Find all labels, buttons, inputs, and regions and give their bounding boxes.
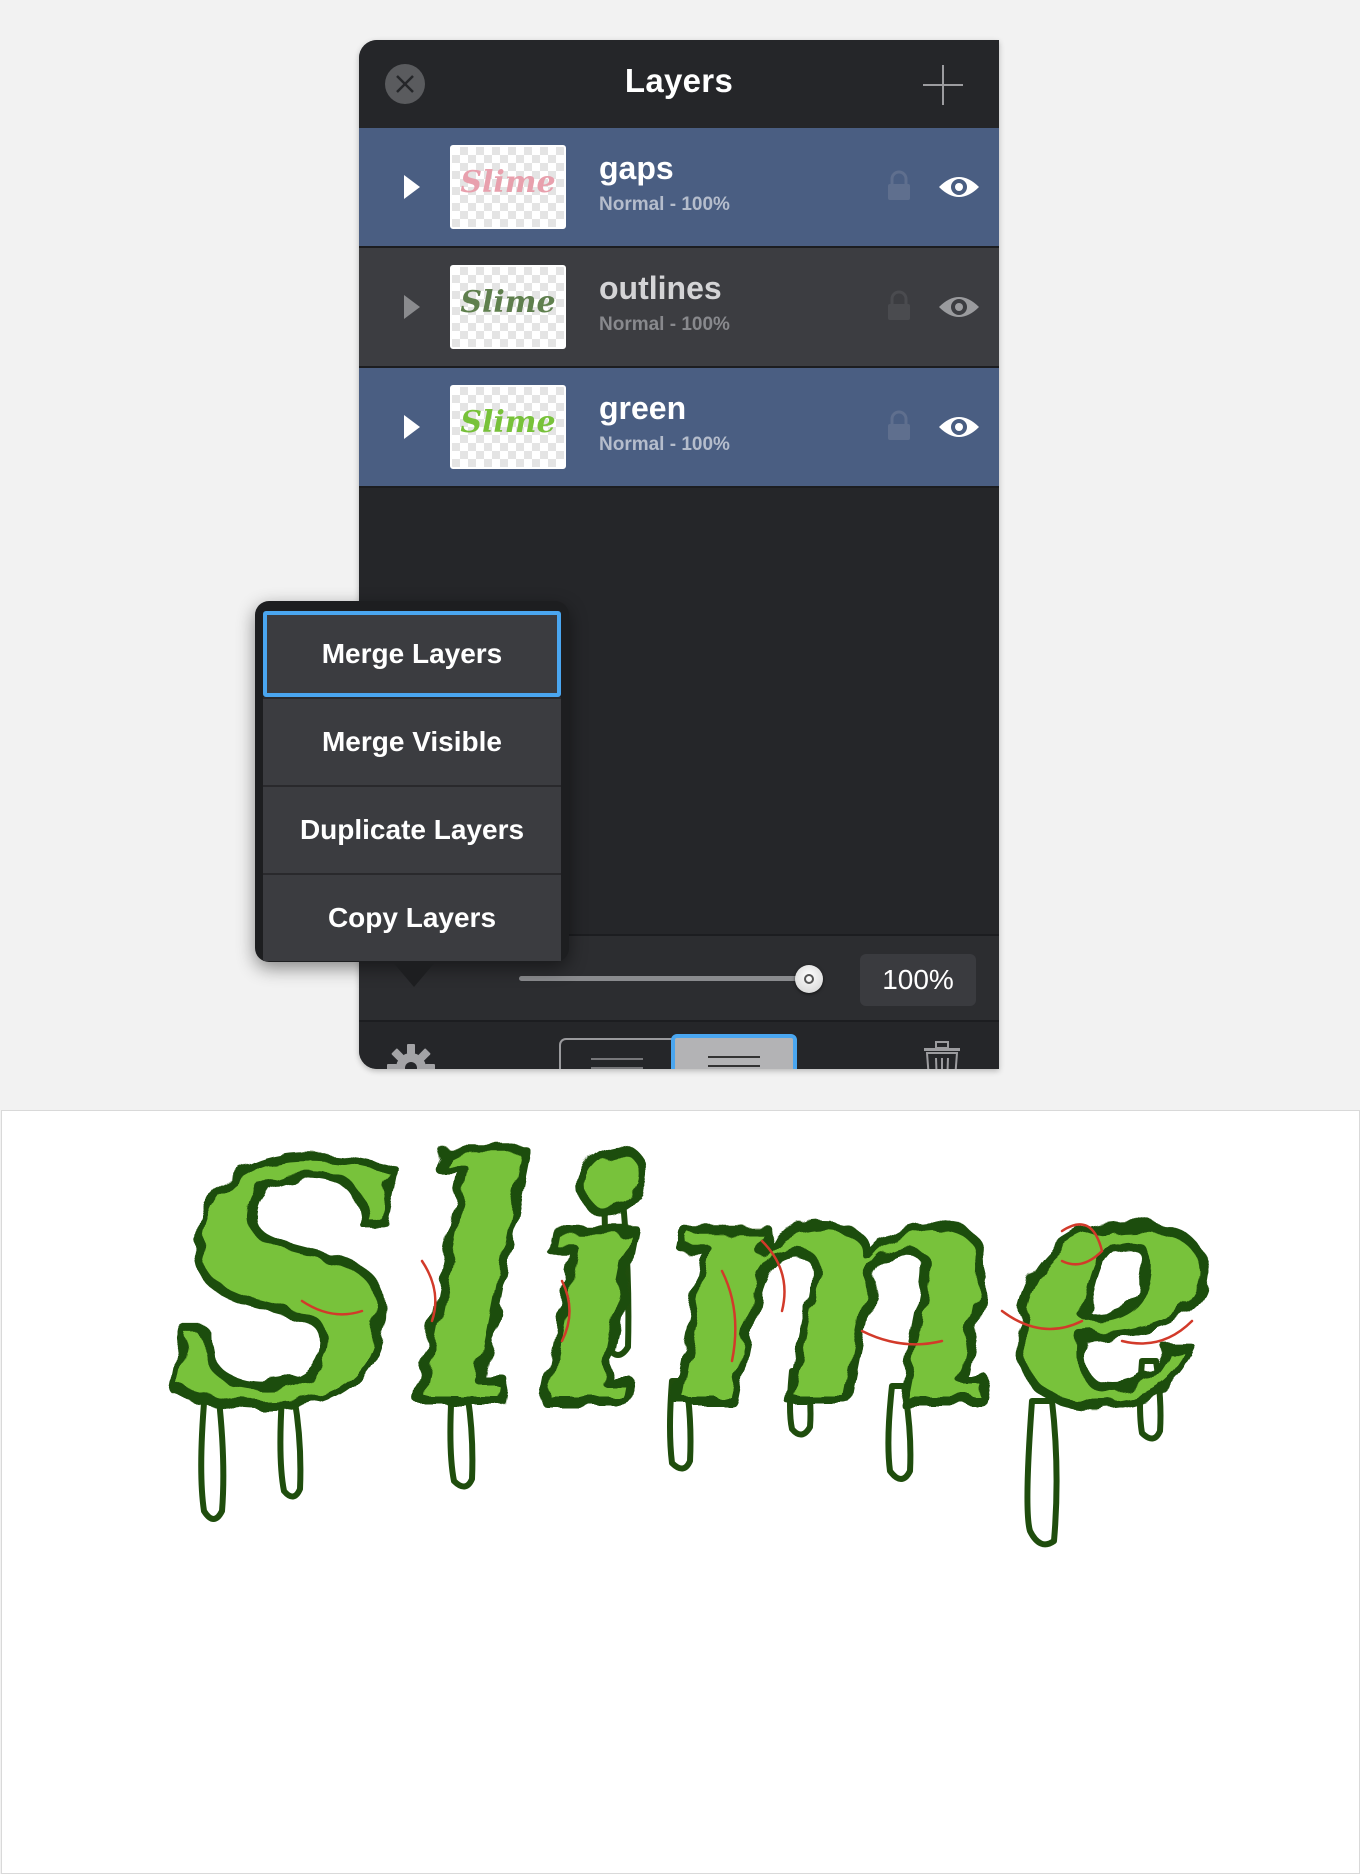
list-lines-icon [591, 1051, 643, 1070]
layer-row-green[interactable]: Slime green Normal - 100% [359, 368, 999, 488]
layer-name: green [599, 390, 687, 426]
popover-arrow [392, 961, 436, 987]
layer-blend-mode: Normal - 100% [599, 314, 730, 335]
opacity-slider-track[interactable] [519, 976, 819, 981]
layer-name: gaps [599, 150, 674, 186]
eye-icon[interactable] [937, 173, 981, 201]
slime-art-text: Slime [170, 1111, 1218, 1479]
thumbnail-art: Slime [460, 285, 556, 320]
plus-icon[interactable] [921, 63, 965, 107]
layer-thumbnail: Slime [450, 385, 566, 469]
layer-blend-mode: Normal - 100% [599, 434, 730, 455]
panel-title: Layers [624, 62, 734, 99]
menu-item-copy-layers[interactable]: Copy Layers [263, 875, 561, 961]
layer-thumbnail: Slime [450, 265, 566, 349]
eye-icon[interactable] [937, 293, 981, 321]
list-lines-icon [708, 1049, 760, 1070]
thumbnail-art: Slime [460, 405, 556, 440]
drawing-canvas[interactable]: Slime [1, 1110, 1360, 1874]
view-mode-list-left[interactable] [559, 1038, 673, 1069]
lock-icon[interactable] [886, 290, 912, 322]
bottom-toolbar [359, 1020, 999, 1069]
expand-arrow-icon[interactable] [402, 293, 422, 321]
menu-item-merge-visible[interactable]: Merge Visible [263, 699, 561, 785]
layer-row-outlines[interactable]: Slime outlines Normal - 100% [359, 248, 999, 368]
panel-header: Layers [359, 40, 999, 128]
slime-lettering-artwork: Slime [166, 1111, 1223, 1548]
layer-thumbnail: Slime [450, 145, 566, 229]
gear-icon[interactable] [385, 1042, 437, 1069]
eye-icon[interactable] [937, 413, 981, 441]
menu-item-merge-layers[interactable]: Merge Layers [263, 611, 561, 697]
thumbnail-art: Slime [460, 165, 556, 200]
menu-item-duplicate-layers[interactable]: Duplicate Layers [263, 787, 561, 873]
expand-arrow-icon[interactable] [402, 173, 422, 201]
layer-blend-mode: Normal - 100% [599, 194, 730, 215]
lock-icon[interactable] [886, 170, 912, 202]
expand-arrow-icon[interactable] [402, 413, 422, 441]
layer-actions-menu: Merge Layers Merge Visible Duplicate Lay… [255, 601, 569, 962]
lock-icon[interactable] [886, 410, 912, 442]
trash-icon[interactable] [922, 1040, 962, 1069]
opacity-slider-thumb[interactable] [795, 965, 823, 993]
opacity-value-field[interactable]: 100% [860, 954, 976, 1006]
layer-name: outlines [599, 270, 722, 306]
layer-row-gaps[interactable]: Slime gaps Normal - 100% [359, 128, 999, 248]
view-mode-list-right[interactable] [671, 1034, 797, 1069]
